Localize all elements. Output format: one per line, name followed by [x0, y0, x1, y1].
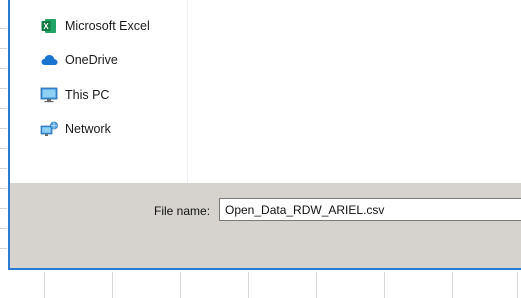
svg-text:X: X [43, 22, 49, 31]
filename-input[interactable] [219, 198, 521, 221]
grid-line [384, 272, 385, 298]
grid-line [0, 28, 7, 29]
grid-line [0, 88, 7, 89]
excel-icon: X [40, 17, 58, 35]
grid-line [0, 148, 7, 149]
grid-line [44, 272, 45, 298]
this-pc-icon [40, 86, 58, 104]
grid-line [0, 168, 7, 169]
grid-line [112, 272, 113, 298]
nav-item-network[interactable]: Network [40, 118, 111, 140]
nav-item-microsoft-excel[interactable]: X Microsoft Excel [40, 15, 150, 37]
nav-item-label: This PC [65, 88, 110, 102]
nav-item-label: Network [65, 122, 111, 136]
grid-line [0, 248, 7, 249]
nav-item-label: Microsoft Excel [65, 19, 150, 33]
grid-line [0, 208, 7, 209]
onedrive-icon [40, 51, 58, 69]
save-options-bar: File name: [10, 183, 521, 268]
grid-line [0, 68, 7, 69]
grid-line [0, 48, 7, 49]
filename-label: File name: [154, 204, 211, 218]
save-as-dialog: X Microsoft Excel OneDrive This PC Netwo… [8, 0, 521, 270]
grid-line [180, 272, 181, 298]
grid-line [0, 188, 7, 189]
grid-line [0, 108, 7, 109]
nav-item-this-pc[interactable]: This PC [40, 84, 109, 106]
nav-item-onedrive[interactable]: OneDrive [40, 49, 118, 71]
grid-line [248, 272, 249, 298]
navigation-pane[interactable]: X Microsoft Excel OneDrive This PC Netwo… [10, 0, 188, 183]
grid-line [316, 272, 317, 298]
network-icon [40, 120, 58, 138]
grid-line [452, 272, 453, 298]
grid-line [0, 128, 7, 129]
nav-item-label: OneDrive [65, 53, 118, 67]
grid-line [517, 272, 518, 298]
file-list-pane[interactable] [188, 0, 521, 183]
grid-line [0, 228, 7, 229]
